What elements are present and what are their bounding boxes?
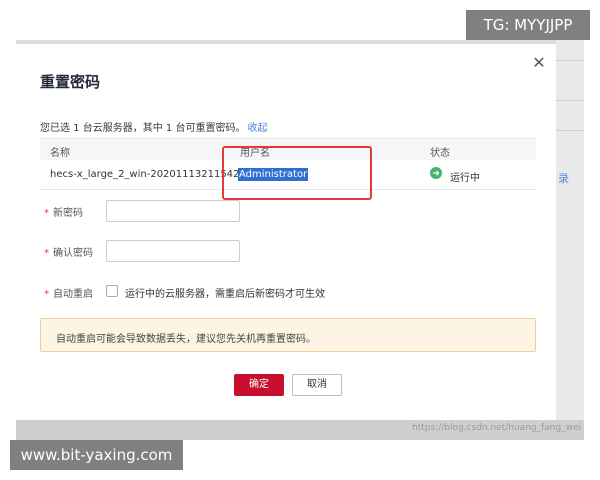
confirm-password-label: * 确认密码 [44, 244, 93, 259]
divider [556, 130, 584, 131]
warning-text: 自动重启可能会导致数据丢失，建议您先关机再重置密码。 [56, 334, 316, 345]
summary-text: 您已选 1 台云服务器，其中 1 台可重置密码。 [40, 123, 246, 134]
column-header-status: 状态 [430, 148, 450, 159]
auto-restart-label: * 自动重启 [44, 285, 93, 300]
status-text: 运行中 [450, 173, 480, 184]
new-password-label-text: 新密码 [53, 208, 83, 219]
server-name: hecs-x_large_2_win-20201113211542 [50, 169, 240, 180]
site-watermark-badge: www.bit-yaxing.com [10, 440, 183, 470]
auto-restart-label-text: 自动重启 [53, 289, 93, 300]
tg-watermark-badge: TG: MYYJJPP [466, 10, 590, 40]
selection-summary: 您已选 1 台云服务器，其中 1 台可重置密码。 收起 [40, 119, 267, 134]
close-icon[interactable]: ✕ [530, 55, 548, 73]
new-password-label: * 新密码 [44, 204, 83, 219]
arrow-right-circle-icon: ➜ [430, 167, 442, 179]
background-login-link: 录 [558, 173, 569, 185]
auto-restart-description: 运行中的云服务器，需重启后新密码才可生效 [125, 289, 325, 300]
divider [556, 60, 584, 61]
reset-password-dialog: 重置密码 ✕ 您已选 1 台云服务器，其中 1 台可重置密码。 收起 名称 用户名… [16, 44, 556, 420]
csdn-watermark: https://blog.csdn.net/huang_fang_wei [412, 423, 582, 433]
column-header-name: 名称 [50, 148, 70, 159]
dialog-title: 重置密码 [40, 73, 101, 91]
auto-restart-checkbox[interactable] [106, 285, 118, 297]
confirm-password-field[interactable] [106, 240, 240, 262]
cancel-button[interactable]: 取消 [292, 374, 342, 396]
required-mark: * [44, 289, 49, 300]
divider [556, 100, 584, 101]
confirm-password-label-text: 确认密码 [53, 248, 93, 259]
required-mark: * [44, 208, 49, 219]
confirm-button[interactable]: 确定 [234, 374, 284, 396]
warning-alert: 自动重启可能会导致数据丢失，建议您先关机再重置密码。 [40, 318, 536, 352]
required-mark: * [44, 248, 49, 259]
screenshot-stage: 录 重置密码 ✕ 您已选 1 台云服务器，其中 1 台可重置密码。 收起 名称 用… [0, 0, 600, 480]
new-password-field[interactable] [106, 200, 240, 222]
annotation-highlight-box [222, 146, 372, 200]
background-right-panel [556, 40, 584, 420]
collapse-link[interactable]: 收起 [247, 123, 267, 134]
